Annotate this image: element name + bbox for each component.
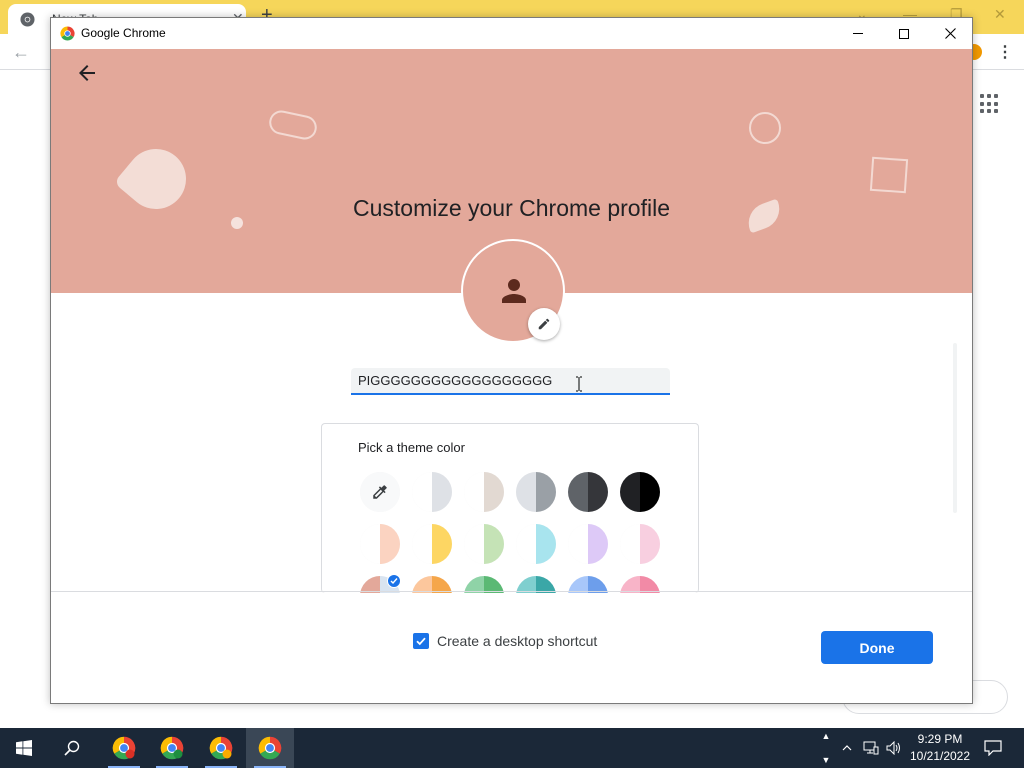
close-icon xyxy=(944,28,956,39)
done-button[interactable]: Done xyxy=(821,631,933,664)
chrome-logo-icon xyxy=(20,12,35,27)
swatch-right-half xyxy=(536,524,556,564)
theme-swatch-lavender[interactable] xyxy=(568,524,608,564)
theme-color-panel: Pick a theme color xyxy=(321,423,699,593)
back-arrow-icon[interactable]: ← xyxy=(12,42,30,63)
decorative-circle-shape xyxy=(749,112,781,144)
maximize-icon xyxy=(899,28,909,39)
desktop-shortcut-checkbox[interactable] xyxy=(413,633,429,649)
taskbar-clock[interactable]: 9:29 PM 10/21/2022 xyxy=(905,731,975,765)
chevron-up-icon[interactable]: ▲ xyxy=(819,731,833,741)
tray-overflow-button[interactable] xyxy=(838,728,856,768)
theme-swatch-black[interactable] xyxy=(620,472,660,512)
theme-swatch-yellow[interactable] xyxy=(412,524,452,564)
notification-icon xyxy=(984,740,1002,756)
taskbar-chrome-app-2[interactable] xyxy=(148,728,196,768)
windows-logo-icon xyxy=(16,740,32,756)
chrome-logo-icon xyxy=(60,26,75,41)
theme-color-label: Pick a theme color xyxy=(358,440,465,455)
dialog-titlebar: Google Chrome xyxy=(51,18,972,49)
swatch-right-half xyxy=(588,472,608,512)
person-icon xyxy=(502,279,526,303)
taskbar-chrome-app-active[interactable] xyxy=(246,728,294,768)
volume-button[interactable] xyxy=(883,728,905,768)
more-menu-icon[interactable]: ⋮ xyxy=(997,42,1013,62)
swatch-right-half xyxy=(432,472,452,512)
theme-swatch-grey-medium[interactable] xyxy=(516,472,556,512)
theme-swatch-peach[interactable] xyxy=(360,524,400,564)
chrome-logo-icon xyxy=(112,736,136,760)
chrome-logo-icon xyxy=(258,736,282,760)
maximize-button[interactable] xyxy=(881,18,927,49)
swatch-left-half xyxy=(568,472,588,512)
swatch-right-half xyxy=(588,524,608,564)
swatch-right-half xyxy=(380,524,400,564)
apps-grid-icon[interactable] xyxy=(980,94,1000,114)
network-icon xyxy=(863,741,879,755)
theme-swatch-color-picker[interactable] xyxy=(360,472,400,512)
swatch-right-half xyxy=(432,524,452,564)
page-title: Customize your Chrome profile xyxy=(352,195,670,221)
decorative-pill-shape xyxy=(267,108,319,142)
theme-swatch-warm-grey[interactable] xyxy=(464,472,504,512)
swatch-left-half xyxy=(568,524,588,564)
swatch-right-half xyxy=(484,524,504,564)
swatch-left-half xyxy=(464,524,484,564)
profile-name-input[interactable] xyxy=(351,368,670,395)
chevron-down-icon[interactable]: ▼ xyxy=(819,755,833,765)
theme-swatch-green[interactable] xyxy=(464,524,504,564)
clock-date: 10/21/2022 xyxy=(909,749,971,763)
swatch-left-half xyxy=(412,472,432,512)
swatch-right-half xyxy=(484,472,504,512)
theme-swatch-cyan[interactable] xyxy=(516,524,556,564)
taskbar-scroll-control[interactable]: ▲ ▼ xyxy=(819,728,833,768)
taskbar-chrome-app-1[interactable] xyxy=(100,728,148,768)
footer-divider xyxy=(51,591,972,592)
taskbar-chrome-app-3[interactable] xyxy=(197,728,245,768)
search-icon xyxy=(64,740,80,756)
minimize-button[interactable] xyxy=(835,18,881,49)
swatch-left-half xyxy=(412,524,432,564)
clock-time: 9:29 PM xyxy=(917,732,963,746)
network-button[interactable] xyxy=(860,728,882,768)
text-cursor-icon xyxy=(576,376,582,392)
theme-swatch-pink[interactable] xyxy=(620,524,660,564)
theme-swatch-grey-light[interactable] xyxy=(412,472,452,512)
decorative-square-shape xyxy=(869,156,909,194)
swatch-left-half xyxy=(360,524,380,564)
swatch-left-half xyxy=(464,472,484,512)
speaker-icon xyxy=(886,741,900,755)
eyedropper-icon xyxy=(373,485,387,499)
swatch-right-half xyxy=(640,524,660,564)
swatch-left-half xyxy=(620,524,640,564)
chrome-logo-icon xyxy=(209,736,233,760)
close-icon[interactable]: ✕ xyxy=(994,6,1006,23)
notification-center-button[interactable] xyxy=(975,728,1011,768)
close-button[interactable] xyxy=(927,18,972,49)
selected-check-icon xyxy=(387,574,401,588)
pencil-icon xyxy=(538,318,550,330)
swatch-left-half xyxy=(620,472,640,512)
dialog-scrollbar[interactable] xyxy=(953,343,957,513)
customize-profile-dialog: Google Chrome Customize your Chrome prof… xyxy=(50,17,973,704)
swatch-right-half xyxy=(536,472,556,512)
swatch-right-half xyxy=(640,472,660,512)
edit-avatar-button[interactable] xyxy=(528,308,560,340)
back-arrow-icon[interactable] xyxy=(75,61,99,85)
swatch-left-half xyxy=(516,524,536,564)
swatch-left-half xyxy=(516,472,536,512)
checkmark-icon xyxy=(416,637,426,646)
start-button[interactable] xyxy=(0,728,48,768)
minimize-icon xyxy=(853,33,863,34)
taskbar-search-button[interactable] xyxy=(48,728,96,768)
theme-swatch-slate[interactable] xyxy=(568,472,608,512)
taskbar: ▲ ▼ 9:29 PM 10/21/2022 xyxy=(0,728,1024,768)
chrome-logo-icon xyxy=(160,736,184,760)
desktop-shortcut-label: Create a desktop shortcut xyxy=(437,633,598,649)
chevron-up-icon xyxy=(842,745,852,751)
window-title: Google Chrome xyxy=(81,26,166,40)
